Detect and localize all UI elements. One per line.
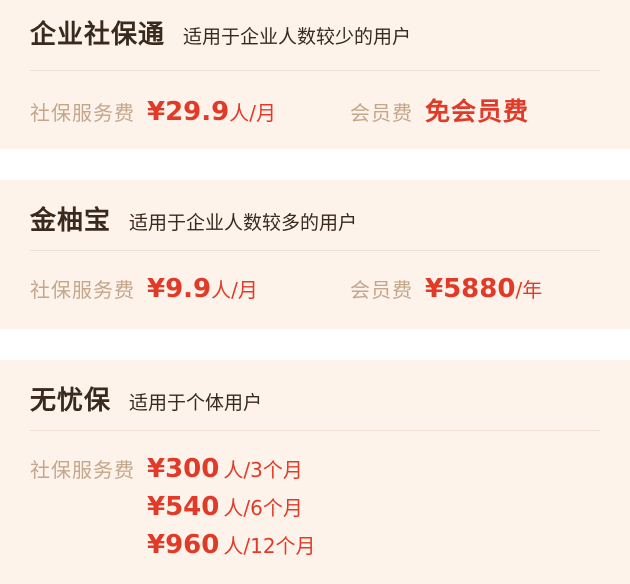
divider (30, 250, 600, 251)
plan-header: 金柚宝 适用于企业人数较多的用户 (30, 200, 357, 237)
service-fee-unit: 人/月 (211, 278, 258, 302)
plan-card-jinyoubao[interactable]: 金柚宝 适用于企业人数较多的用户 社保服务费 ¥9.9 人/月 会员费 ¥588… (0, 180, 630, 329)
plan-card-wuyoubao[interactable]: 无忧保 适用于个体用户 社保服务费 ¥300 人/3个月 ¥540 人/6个月 … (0, 360, 630, 584)
tier-unit: 人/3个月 (223, 458, 303, 482)
member-fee-label: 会员费 (350, 278, 413, 302)
pricing-row: 社保服务费 ¥9.9 人/月 会员费 ¥5880 /年 (30, 274, 600, 304)
tier-price: ¥540 (147, 492, 220, 522)
price-tiers: ¥300 人/3个月 ¥540 人/6个月 ¥960 人/12个月 (147, 454, 316, 568)
price-tier: ¥960 人/12个月 (147, 530, 316, 568)
plan-header: 无忧保 适用于个体用户 (30, 380, 262, 417)
service-fee-price: ¥9.9 (147, 274, 212, 304)
plan-description: 适用于企业人数较多的用户 (129, 212, 358, 234)
member-fee-unit: /年 (515, 278, 543, 302)
price-tier: ¥300 人/3个月 (147, 454, 316, 492)
pricing-row: 社保服务费 ¥29.9 人/月 会员费 免会员费 (30, 92, 600, 128)
pricing-row: 社保服务费 ¥300 人/3个月 ¥540 人/6个月 ¥960 人/12个月 (30, 454, 600, 568)
divider (30, 70, 600, 71)
service-fee-unit: 人/月 (229, 101, 276, 125)
service-fee-label: 社保服务费 (30, 458, 135, 482)
service-fee-price: ¥29.9 (147, 97, 230, 127)
plan-description: 适用于个体用户 (129, 392, 263, 414)
plan-name: 企业社保通 (30, 20, 166, 50)
plan-name: 金柚宝 (30, 206, 112, 236)
price-tier: ¥540 人/6个月 (147, 492, 316, 530)
service-fee-label: 社保服务费 (30, 101, 135, 125)
plan-header: 企业社保通 适用于企业人数较少的用户 (30, 14, 411, 51)
plan-card-qiye-shebaotong[interactable]: 企业社保通 适用于企业人数较少的用户 社保服务费 ¥29.9 人/月 会员费 免… (0, 0, 630, 149)
tier-price: ¥300 (147, 454, 220, 484)
member-fee-group: 会员费 免会员费 (350, 92, 529, 128)
tier-unit: 人/12个月 (223, 534, 316, 558)
service-fee-group: 社保服务费 ¥29.9 人/月 (30, 97, 350, 127)
tier-price: ¥960 (147, 530, 220, 560)
divider (30, 430, 600, 431)
tier-unit: 人/6个月 (223, 496, 303, 520)
member-fee-free: 免会员费 (425, 97, 530, 126)
service-fee-label: 社保服务费 (30, 278, 135, 302)
member-fee-group: 会员费 ¥5880 /年 (350, 274, 542, 304)
member-fee-label: 会员费 (350, 101, 413, 125)
member-fee-price: ¥5880 (425, 274, 516, 304)
plan-name: 无忧保 (30, 386, 112, 416)
plan-description: 适用于企业人数较少的用户 (183, 26, 412, 48)
service-fee-group: 社保服务费 ¥9.9 人/月 (30, 274, 350, 304)
